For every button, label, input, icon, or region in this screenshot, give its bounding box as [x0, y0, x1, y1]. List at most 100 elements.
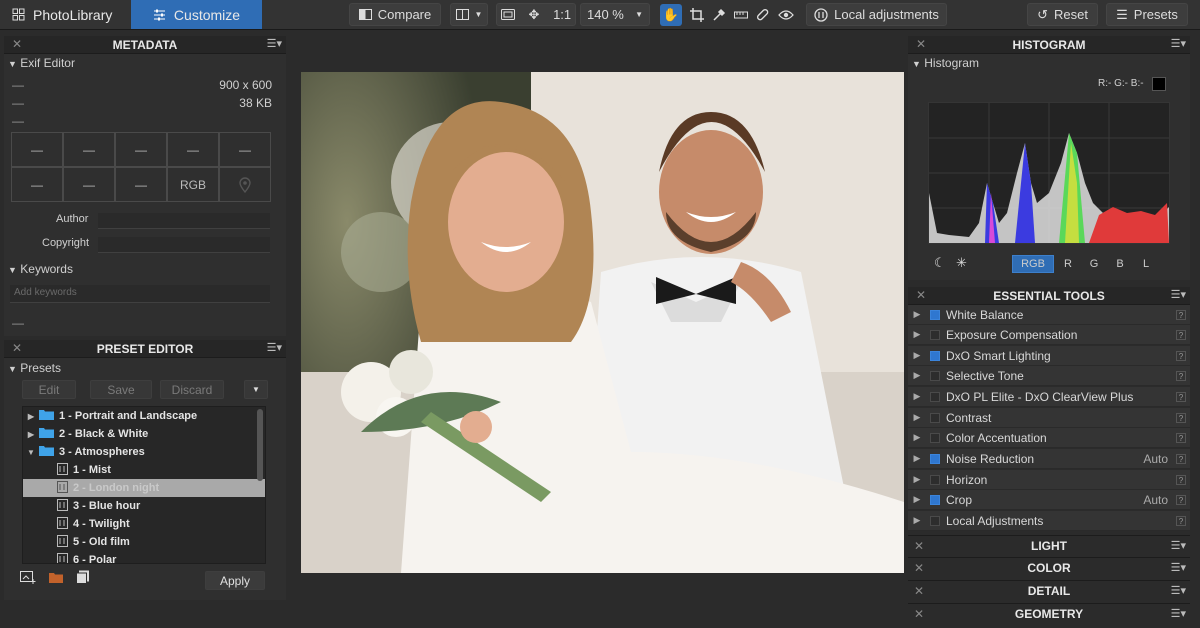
- location-cell[interactable]: [219, 167, 271, 202]
- list-item[interactable]: ▶ 2 - Black & White: [23, 425, 265, 443]
- eyedropper-icon[interactable]: [712, 8, 726, 22]
- tab-customize[interactable]: Customize: [131, 0, 262, 29]
- enable-checkbox[interactable]: [930, 412, 940, 423]
- color-space-cell[interactable]: RGB: [167, 167, 219, 202]
- menu-icon[interactable]: ☰▾: [1171, 539, 1186, 552]
- photo-viewer[interactable]: [301, 72, 904, 573]
- hand-tool-icon[interactable]: ✋: [660, 3, 682, 26]
- section-detail[interactable]: ✕ DETAIL ☰▾: [908, 580, 1190, 600]
- help-icon[interactable]: ?: [1176, 329, 1186, 340]
- moon-icon[interactable]: ☾: [934, 255, 946, 271]
- copy-preset-icon[interactable]: [76, 570, 90, 584]
- help-icon[interactable]: ?: [1176, 391, 1186, 402]
- sun-icon[interactable]: ✳: [956, 255, 967, 271]
- crop-icon[interactable]: [690, 7, 704, 22]
- menu-icon[interactable]: ☰▾: [1171, 561, 1186, 574]
- tool-selective-tone[interactable]: ▶ Selective Tone?: [908, 366, 1190, 386]
- help-icon[interactable]: ?: [1176, 412, 1186, 423]
- menu-icon[interactable]: ☰▾: [267, 341, 282, 354]
- menu-icon[interactable]: ☰▾: [1171, 288, 1186, 301]
- presets-toggle[interactable]: ▼ Presets: [8, 361, 61, 375]
- close-icon[interactable]: ✕: [916, 37, 926, 51]
- tool-white-balance[interactable]: ▶ White Balance?: [908, 305, 1190, 325]
- exif-cell[interactable]: —: [11, 132, 63, 167]
- channel-r-button[interactable]: R: [1058, 255, 1078, 273]
- tool-noise-reduction[interactable]: ▶ Noise Reduction Auto?: [908, 449, 1190, 469]
- help-icon[interactable]: ?: [1176, 453, 1186, 464]
- repair-icon[interactable]: [756, 8, 770, 22]
- horizon-icon[interactable]: [734, 10, 748, 20]
- menu-icon[interactable]: ☰▾: [267, 37, 282, 50]
- exif-cell[interactable]: —: [63, 167, 115, 202]
- list-item[interactable]: 4 - Twilight: [23, 515, 265, 533]
- tool-clearview-plus[interactable]: ▶ DxO PL Elite - DxO ClearView Plus?: [908, 387, 1190, 407]
- apply-button[interactable]: Apply: [205, 571, 265, 590]
- menu-icon[interactable]: ☰▾: [1171, 584, 1186, 597]
- enable-checkbox[interactable]: [930, 515, 940, 526]
- enable-checkbox[interactable]: [930, 432, 940, 443]
- help-icon[interactable]: ?: [1176, 350, 1186, 361]
- close-icon[interactable]: ✕: [916, 288, 926, 302]
- list-item[interactable]: 1 - Mist: [23, 461, 265, 479]
- keywords-input[interactable]: Add keywords: [10, 285, 270, 303]
- enable-checkbox[interactable]: [930, 370, 940, 381]
- channel-b-button[interactable]: B: [1110, 255, 1130, 273]
- copyright-field[interactable]: [98, 237, 270, 253]
- tool-local-adjustments[interactable]: ▶ Local Adjustments?: [908, 511, 1190, 531]
- move-icon[interactable]: ✥: [529, 7, 540, 23]
- fit-screen-icon[interactable]: [500, 9, 515, 20]
- help-icon[interactable]: ?: [1176, 432, 1186, 443]
- scrollbar[interactable]: [257, 409, 263, 481]
- close-icon[interactable]: ✕: [914, 539, 924, 553]
- discard-button[interactable]: Discard: [160, 380, 224, 399]
- help-icon[interactable]: ?: [1176, 494, 1186, 505]
- keywords-toggle[interactable]: ▼ Keywords: [8, 262, 73, 276]
- tool-crop[interactable]: ▶ Crop Auto?: [908, 490, 1190, 510]
- close-icon[interactable]: ✕: [914, 561, 924, 575]
- close-icon[interactable]: ✕: [914, 607, 924, 621]
- help-icon[interactable]: ?: [1176, 474, 1186, 485]
- help-icon[interactable]: ?: [1176, 515, 1186, 526]
- layout-dropdown[interactable]: ▼: [450, 3, 488, 26]
- list-item-selected[interactable]: 2 - London night: [23, 479, 265, 497]
- list-item[interactable]: 3 - Blue hour: [23, 497, 265, 515]
- exif-cell[interactable]: —: [63, 132, 115, 167]
- presets-button[interactable]: ☰ Presets: [1106, 3, 1188, 26]
- enable-checkbox[interactable]: [930, 309, 940, 320]
- close-icon[interactable]: ✕: [12, 37, 22, 51]
- enable-checkbox[interactable]: [930, 453, 940, 464]
- tool-color-accentuation[interactable]: ▶ Color Accentuation?: [908, 428, 1190, 448]
- eye-icon[interactable]: [778, 9, 794, 20]
- tab-photolibrary[interactable]: PhotoLibrary: [0, 0, 130, 29]
- channel-g-button[interactable]: G: [1084, 255, 1104, 273]
- compare-button[interactable]: Compare: [349, 3, 441, 26]
- section-light[interactable]: ✕ LIGHT ☰▾: [908, 535, 1190, 555]
- exif-editor-toggle[interactable]: ▼ Exif Editor: [8, 56, 75, 70]
- enable-checkbox[interactable]: [930, 329, 940, 340]
- new-preset-icon[interactable]: [20, 570, 36, 584]
- exif-cell[interactable]: —: [167, 132, 219, 167]
- folder-add-icon[interactable]: [48, 570, 64, 584]
- tool-smart-lighting[interactable]: ▶ DxO Smart Lighting?: [908, 346, 1190, 366]
- help-icon[interactable]: ?: [1176, 309, 1186, 320]
- histogram-toggle[interactable]: ▼ Histogram: [912, 56, 979, 70]
- edit-button[interactable]: Edit: [22, 380, 76, 399]
- close-icon[interactable]: ✕: [914, 584, 924, 598]
- enable-checkbox[interactable]: [930, 474, 940, 485]
- tool-contrast[interactable]: ▶ Contrast?: [908, 408, 1190, 428]
- enable-checkbox[interactable]: [930, 391, 940, 402]
- author-field[interactable]: [98, 213, 270, 229]
- exif-cell[interactable]: —: [115, 132, 167, 167]
- enable-checkbox[interactable]: [930, 350, 940, 361]
- section-color[interactable]: ✕ COLOR ☰▾: [908, 557, 1190, 577]
- help-icon[interactable]: ?: [1176, 370, 1186, 381]
- menu-icon[interactable]: ☰▾: [1171, 607, 1186, 620]
- save-button[interactable]: Save: [90, 380, 152, 399]
- channel-l-button[interactable]: L: [1136, 255, 1156, 273]
- exif-cell[interactable]: —: [219, 132, 271, 167]
- section-geometry[interactable]: ✕ GEOMETRY ☰▾: [908, 603, 1190, 623]
- list-item[interactable]: ▼ 3 - Atmospheres: [23, 443, 265, 461]
- enable-checkbox[interactable]: [930, 494, 940, 505]
- list-item[interactable]: ▶ 1 - Portrait and Landscape: [23, 407, 265, 425]
- one-to-one-button[interactable]: 1:1: [553, 7, 571, 22]
